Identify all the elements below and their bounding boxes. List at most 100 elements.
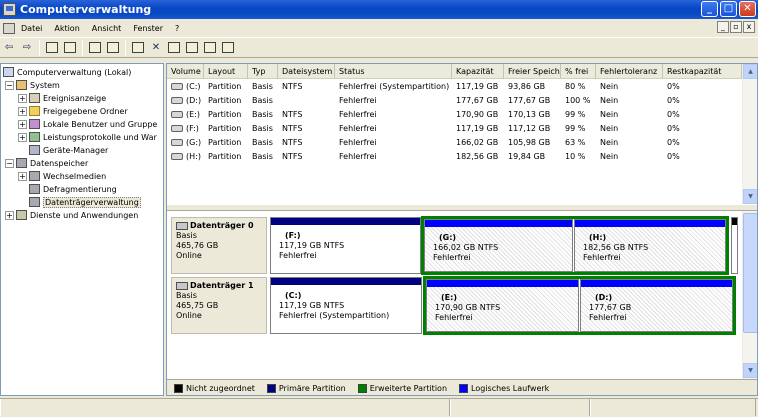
menu-bar: Datei Aktion Ansicht Fenster ? _ ▫ x <box>0 19 758 37</box>
title-bar[interactable]: Computerverwaltung _ □ ✕ <box>0 0 758 19</box>
tree-item-dienste[interactable]: + Dienste und Anwendungen <box>5 209 138 221</box>
partition-h[interactable]: (H:) 182,56 GB NTFS Fehlerfrei <box>574 219 726 272</box>
column-header-restkapazitaet[interactable]: Restkapazität <box>663 64 742 79</box>
tree-item-wechselmedien[interactable]: + Wechselmedien <box>18 170 106 182</box>
delete-button[interactable]: ✕ <box>148 40 164 56</box>
tree-item-datenspeicher[interactable]: − Datenspeicher <box>5 157 88 169</box>
tree-item-geraete-manager[interactable]: Geräte-Manager <box>29 144 108 156</box>
status-cell-2 <box>450 399 590 416</box>
primary-partition-bar <box>271 278 421 285</box>
expand-toggle[interactable]: + <box>18 171 27 181</box>
up-folder-button[interactable] <box>44 40 60 56</box>
tree-item-label: Defragmentierung <box>43 184 117 194</box>
type-cell: Basis <box>252 138 273 147</box>
collapse-toggle[interactable]: − <box>5 80 14 90</box>
expand-toggle[interactable]: + <box>18 132 27 142</box>
maximize-button[interactable]: □ <box>720 1 737 17</box>
search-button[interactable] <box>202 40 218 56</box>
menu-help[interactable]: ? <box>169 24 185 33</box>
partition-size: 170,90 GB NTFS <box>435 303 501 312</box>
tree-item-ereignisanzeige[interactable]: + Ereignisanzeige <box>18 92 106 104</box>
free-space-cell: 177,67 GB <box>508 96 551 105</box>
mdi-minimize-button[interactable]: _ <box>717 21 729 33</box>
partition-letter: (H:) <box>589 233 607 242</box>
column-header-prozent-frei[interactable]: % frei <box>561 64 596 79</box>
volume-row[interactable]: (H:) Partition Basis NTFS Fehlerfrei 182… <box>167 150 742 164</box>
scroll-thumb[interactable] <box>743 213 757 333</box>
percent-free-cell: 10 % <box>565 152 586 161</box>
partition-f[interactable]: (F:) 117,19 GB NTFS Fehlerfrei <box>270 217 421 274</box>
disk-view-scrollbar[interactable]: ▼ <box>742 211 757 379</box>
expand-toggle[interactable]: + <box>5 210 14 220</box>
tree-item-leistungsprotokolle[interactable]: + Leistungsprotokolle und War <box>18 131 157 143</box>
volume-row[interactable]: (G:) Partition Basis NTFS Fehlerfrei 166… <box>167 136 742 150</box>
minimize-button[interactable]: _ <box>701 1 718 17</box>
system-menu-icon[interactable] <box>3 22 15 34</box>
volume-row[interactable]: (E:) Partition Basis NTFS Fehlerfrei 170… <box>167 108 742 122</box>
column-header-kapazitaet[interactable]: Kapazität <box>452 64 504 79</box>
open-folder-button[interactable] <box>184 40 200 56</box>
disk-1-info[interactable]: Datenträger 1 Basis 465,75 GB Online <box>171 277 267 334</box>
tree-item-datentraegerverwaltung[interactable]: Datenträgerverwaltung <box>29 196 141 208</box>
horizontal-splitter[interactable] <box>167 204 757 211</box>
show-tree-button[interactable] <box>62 40 78 56</box>
partition-g[interactable]: (G:) 166,02 GB NTFS Fehlerfrei <box>424 219 573 272</box>
check-disk-button[interactable] <box>130 40 146 56</box>
column-header-layout[interactable]: Layout <box>204 64 248 79</box>
storage-icon <box>16 158 27 168</box>
forward-button[interactable]: ⇨ <box>19 40 35 56</box>
scroll-down-button[interactable]: ▼ <box>743 189 757 204</box>
menu-fenster[interactable]: Fenster <box>127 24 169 33</box>
capacity-cell: 170,90 GB <box>456 110 499 119</box>
up-folder-icon <box>46 42 58 53</box>
expand-toggle[interactable]: + <box>18 106 27 116</box>
menu-ansicht[interactable]: Ansicht <box>86 24 128 33</box>
column-header-volume[interactable]: Volume <box>167 64 204 79</box>
percent-free-cell: 99 % <box>565 124 586 133</box>
column-header-status[interactable]: Status <box>335 64 452 79</box>
settings-button[interactable] <box>166 40 182 56</box>
column-header-fehlertoleranz[interactable]: Fehlertoleranz <box>596 64 663 79</box>
expand-toggle[interactable]: + <box>18 93 27 103</box>
menu-aktion[interactable]: Aktion <box>48 24 85 33</box>
volume-row[interactable]: (D:) Partition Basis Fehlerfrei 177,67 G… <box>167 94 742 108</box>
mdi-restore-button[interactable]: ▫ <box>730 21 742 33</box>
tree-item-system[interactable]: − System <box>5 79 60 91</box>
column-header-dateisystem[interactable]: Dateisystem <box>278 64 335 79</box>
unallocated-space[interactable] <box>731 217 738 274</box>
column-header-freier-speicher[interactable]: Freier Speicher <box>504 64 561 79</box>
collapse-toggle[interactable]: − <box>5 158 14 168</box>
close-button[interactable]: ✕ <box>739 1 756 17</box>
expand-toggle[interactable]: + <box>18 119 27 129</box>
tree-item-freigegebene-ordner[interactable]: + Freigegebene Ordner <box>18 105 128 117</box>
back-button[interactable]: ⇦ <box>1 40 17 56</box>
refresh-button[interactable] <box>220 40 236 56</box>
overhead-cell: 0% <box>667 82 680 91</box>
scroll-down-button[interactable]: ▼ <box>743 363 757 378</box>
partition-c[interactable]: (C:) 117,19 GB NTFS Fehlerfrei (Systempa… <box>270 277 422 334</box>
disk-0-info[interactable]: Datenträger 0 Basis 465,76 GB Online <box>171 217 267 274</box>
volume-list-scrollbar[interactable]: ▲ ▼ <box>742 64 757 204</box>
disk-state: Online <box>176 311 202 320</box>
volume-row[interactable]: (C:) Partition Basis NTFS Fehlerfrei (Sy… <box>167 80 742 94</box>
tree-item-lokale-benutzer[interactable]: + Lokale Benutzer und Gruppe <box>18 118 157 130</box>
percent-free-cell: 99 % <box>565 110 586 119</box>
properties-button[interactable] <box>87 40 103 56</box>
volume-row[interactable]: (F:) Partition Basis NTFS Fehlerfrei 117… <box>167 122 742 136</box>
scroll-up-button[interactable]: ▲ <box>743 64 757 79</box>
tree-item-computerverwaltung[interactable]: Computerverwaltung (Lokal) <box>3 66 131 78</box>
status-cell: Fehlerfrei (Systempartition) <box>339 82 450 91</box>
capacity-cell: 166,02 GB <box>456 138 499 147</box>
toolbar: ⇦ ⇨ ✕ <box>0 37 758 58</box>
column-header-typ[interactable]: Typ <box>248 64 278 79</box>
tree-item-label: Lokale Benutzer und Gruppe <box>43 119 158 129</box>
disk-state: Online <box>176 251 202 260</box>
console-tree[interactable]: Computerverwaltung (Lokal) − System + Er… <box>0 63 164 396</box>
help-button[interactable] <box>105 40 121 56</box>
tree-item-defragmentierung[interactable]: Defragmentierung <box>29 183 117 195</box>
menu-datei[interactable]: Datei <box>15 24 48 33</box>
hard-disk-icon <box>176 222 188 230</box>
partition-e[interactable]: (E:) 170,90 GB NTFS Fehlerfrei <box>426 279 579 332</box>
mdi-close-button[interactable]: x <box>743 21 755 33</box>
partition-d[interactable]: (D:) 177,67 GB Fehlerfrei <box>580 279 733 332</box>
